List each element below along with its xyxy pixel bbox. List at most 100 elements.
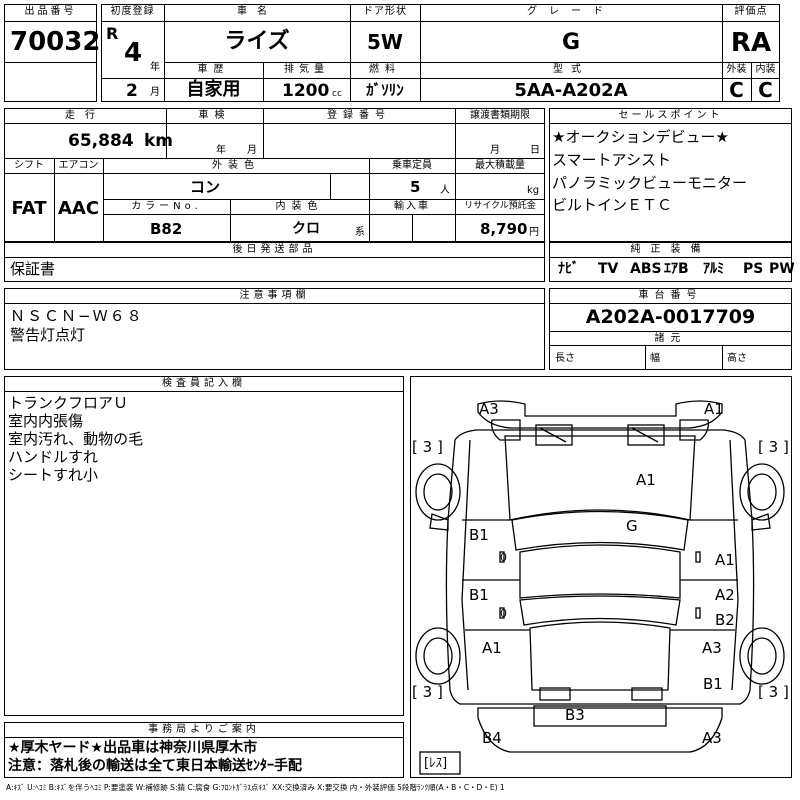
int-value: C	[758, 78, 773, 102]
mark-left-front-door: B1	[469, 526, 489, 544]
fuel-label: 燃料	[369, 64, 401, 75]
notes-line: 警告灯点灯	[10, 326, 86, 344]
equipment-item: ﾅﾋﾞ	[558, 261, 579, 277]
inspection-year-unit: 年	[216, 145, 226, 156]
ac-label: エアコン	[58, 160, 99, 171]
legend: A:ｷｽﾞ U:ﾍｺﾐ B:ｷｽﾞを伴うﾍｺﾐ P:要塗装 W:補修跡 S:錆 …	[6, 783, 505, 792]
reg-era: R	[106, 24, 119, 43]
sales-point-item: パノラミックビューモニター	[552, 174, 748, 192]
disp-unit: cc	[332, 89, 342, 99]
import-label: 輸入車	[394, 201, 430, 212]
grade-value: G	[561, 30, 581, 55]
disp-label: 排気量	[284, 64, 329, 75]
later-parts-value: 保証書	[10, 260, 56, 278]
spare-tire: [ﾚｽ]	[424, 756, 448, 771]
sales-points-label: セールスポイント	[618, 110, 723, 121]
equipment-item: PW	[769, 261, 795, 277]
door-value: 5W	[367, 30, 403, 54]
colorno-value: B82	[150, 220, 183, 238]
inspector-line: 室内汚れ、動物の毛	[8, 430, 144, 448]
mark-right-front-door: A1	[715, 551, 735, 569]
car-diagram	[410, 376, 792, 778]
mileage-value: 65,884	[68, 131, 134, 151]
equipment-item: ｱﾙﾐ	[703, 261, 724, 277]
ext-value: C	[729, 78, 744, 102]
equipment-item: ABS	[630, 261, 662, 277]
office-line: ★厚木ヤード★出品車は神奈川県厚木市	[8, 740, 258, 756]
type-label: 型式	[553, 64, 589, 75]
colorno-label: カラーNo.	[131, 201, 202, 212]
notes-label: 注意事項欄	[239, 290, 310, 301]
transfer-month: 月	[490, 145, 500, 156]
int-label: 内装	[755, 64, 776, 75]
inspection-month-unit: 月	[247, 145, 257, 156]
mileage-unit: km	[144, 131, 174, 151]
mark-hood: A1	[636, 471, 656, 489]
score-label: 評価点	[734, 6, 768, 17]
mileage-label: 走行	[65, 110, 105, 121]
mark-rear-left: B4	[482, 729, 502, 747]
dims-width: 幅	[650, 353, 660, 364]
tire-rl: [ 3 ]	[412, 683, 443, 701]
dims-height: 高さ	[727, 353, 747, 364]
lot-number: 70032	[10, 27, 101, 57]
mark-rear-bumper: B3	[565, 706, 585, 724]
recycle-value: 8,790	[480, 220, 528, 238]
reg-month-unit: 月	[150, 87, 160, 98]
sales-point-item: ★オークションデビュー★	[552, 128, 729, 146]
color-label: 外装色	[212, 160, 260, 171]
reg-month: 2	[126, 81, 138, 101]
mark-left-front-count: 0	[500, 551, 507, 564]
reg-year: 4	[124, 38, 143, 68]
equipment-label: 純正装備	[630, 244, 711, 255]
notes-line: ＮＳＣＮ−Ｗ６８	[10, 307, 144, 325]
door-label: ドア形状	[363, 6, 407, 17]
score-value: RA	[730, 28, 772, 58]
model-value: ライズ	[224, 29, 290, 54]
mark-right-rear-fender: A3	[702, 639, 722, 657]
dims-label: 諸元	[654, 333, 687, 344]
disp-value: 1200	[282, 81, 330, 101]
inspector-line: 室内内張傷	[8, 412, 84, 430]
chassis-label: 車台番号	[638, 290, 703, 301]
transfer-label: 譲渡書類期限	[470, 110, 530, 121]
fuel-value: ｶﾞｿﾘﾝ	[366, 81, 404, 99]
reg-label: 初度登録	[110, 6, 155, 17]
equipment-item: ｴｱB	[664, 261, 689, 277]
office-line: 注意：落札後の輸送は全て東日本輸送ｾﾝﾀｰ手配	[8, 758, 302, 774]
history-label: 車歴	[197, 64, 230, 75]
mark-rear-right: A3	[702, 729, 722, 747]
shift-label: シフト	[14, 160, 44, 171]
inspector-line: トランクフロアＵ	[8, 394, 129, 412]
lot-label: 出品番号	[24, 6, 77, 17]
ext-label: 外装	[726, 64, 747, 75]
spec-box	[4, 108, 545, 242]
interior-label: 内装色	[275, 201, 324, 212]
seats-label: 乗車定員	[392, 160, 432, 171]
inspector-line: シートすれ小	[8, 466, 99, 484]
inspector-label: 検査員記入欄	[162, 378, 246, 389]
reg-year-unit: 年	[150, 62, 160, 73]
later-parts-label: 後日発送部品	[232, 244, 317, 255]
interior-unit: 系	[355, 227, 365, 238]
load-label: 最大積載量	[475, 160, 525, 171]
inspection-label: 車検	[198, 110, 231, 121]
model-label: 車名	[237, 6, 277, 17]
dims-length: 長さ	[555, 353, 575, 364]
mark-right-rear-quarter: B1	[703, 675, 723, 693]
mark-left-rear-door: B1	[469, 586, 489, 604]
recycle-unit: 円	[529, 227, 539, 238]
inspector-line: ハンドルすれ	[8, 448, 99, 466]
mark-front-left: A3	[479, 400, 499, 418]
seats-unit: 人	[440, 185, 450, 196]
type-value: 5AA-A202A	[514, 80, 628, 101]
mark-roof: G	[626, 517, 638, 535]
tire-rr: [ 3 ]	[758, 683, 789, 701]
chassis-number: A202A-0017709	[585, 306, 756, 328]
recycle-label: リサイクル預託金	[464, 201, 536, 211]
tire-fl: [ 3 ]	[412, 438, 443, 456]
equipment-item: PS	[743, 261, 764, 277]
grade-label: グレード	[527, 6, 615, 17]
interior-value: クロ	[292, 221, 320, 237]
transfer-day: 日	[530, 145, 540, 156]
